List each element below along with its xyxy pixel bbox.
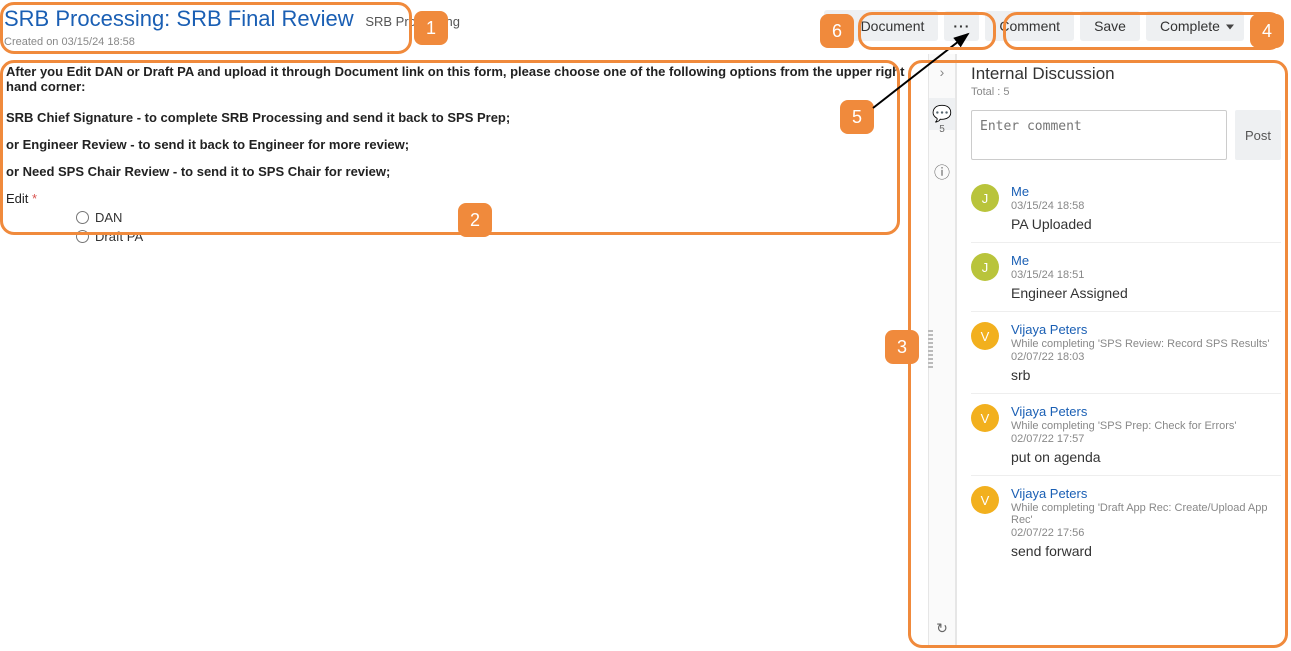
comment-item: J Me03/15/24 18:58 PA Uploaded: [971, 174, 1281, 243]
paperclip-icon: [838, 17, 854, 34]
edit-label-text: Edit: [6, 191, 28, 206]
post-button[interactable]: Post: [1235, 110, 1281, 160]
side-rail: › 💬 5 ⓘ ↻: [928, 54, 956, 645]
comment-context: While completing 'Draft App Rec: Create/…: [1011, 502, 1281, 526]
more-actions-button[interactable]: ···: [944, 11, 979, 41]
comment-author[interactable]: Me: [1011, 184, 1281, 199]
instruction-line: or Need SPS Chair Review - to send it to…: [6, 164, 918, 179]
page-subtitle: SRB Processing: [365, 14, 460, 29]
instruction-line: or Engineer Review - to send it back to …: [6, 137, 918, 152]
header-actions: Document ··· Comment Save Complete ✕: [824, 6, 1283, 41]
comment-time: 02/07/22 17:57: [1011, 433, 1281, 445]
comment-item: V Vijaya PetersWhile completing 'SPS Prep…: [971, 394, 1281, 476]
avatar: V: [971, 404, 999, 432]
panel-total: Total : 5: [971, 86, 1281, 98]
document-button-label: Document: [861, 18, 925, 34]
radio-input-dan[interactable]: [76, 211, 89, 224]
comment-text: PA Uploaded: [1011, 216, 1281, 232]
radio-option-dan[interactable]: DAN: [76, 210, 918, 225]
comment-body: Me03/15/24 18:51 Engineer Assigned: [1011, 253, 1281, 301]
comment-body: Vijaya PetersWhile completing 'SPS Revie…: [1011, 322, 1281, 383]
comment-author[interactable]: Vijaya Peters: [1011, 322, 1281, 337]
document-button[interactable]: Document: [824, 10, 938, 41]
comment-item: J Me03/15/24 18:51 Engineer Assigned: [971, 243, 1281, 312]
comment-item: V Vijaya PetersWhile completing 'SPS Revi…: [971, 312, 1281, 394]
comment-author[interactable]: Vijaya Peters: [1011, 486, 1281, 501]
instruction-line: After you Edit DAN or Draft PA and uploa…: [6, 64, 918, 94]
collapse-panel-icon[interactable]: ›: [940, 64, 945, 80]
instruction-line: SRB Chief Signature - to complete SRB Pr…: [6, 110, 918, 125]
close-icon[interactable]: ✕: [1254, 13, 1277, 38]
comment-body: Vijaya PetersWhile completing 'SPS Prep:…: [1011, 404, 1281, 465]
comment-text: Engineer Assigned: [1011, 285, 1281, 301]
rail-comment-count: 5: [929, 124, 955, 135]
main: After you Edit DAN or Draft PA and uploa…: [0, 54, 1291, 645]
comment-context: While completing 'SPS Review: Record SPS…: [1011, 338, 1281, 350]
save-button[interactable]: Save: [1080, 11, 1140, 41]
created-on: Created on 03/15/24 18:58: [4, 36, 824, 48]
title-block: SRB Processing: SRB Final Review SRB Pro…: [4, 6, 824, 48]
comment-body: Vijaya PetersWhile completing 'Draft App…: [1011, 486, 1281, 559]
comment-button[interactable]: Comment: [985, 11, 1074, 41]
comment-text: srb: [1011, 367, 1281, 383]
avatar: J: [971, 253, 999, 281]
required-marker: *: [32, 191, 37, 206]
comment-time: 02/07/22 17:56: [1011, 527, 1281, 539]
comment-input[interactable]: [971, 110, 1227, 160]
comments-list: JMe03/15/24 18:58PA UploadedJMe03/15/24 …: [971, 174, 1281, 569]
comment-time: 03/15/24 18:58: [1011, 200, 1281, 212]
instructions: After you Edit DAN or Draft PA and uploa…: [6, 64, 918, 179]
complete-button-label: Complete: [1160, 18, 1220, 34]
comment-item: V Vijaya PetersWhile completing 'Draft Ap…: [971, 476, 1281, 569]
avatar: V: [971, 486, 999, 514]
radio-option-draft-pa[interactable]: Draft PA: [76, 229, 918, 244]
comment-text: put on agenda: [1011, 449, 1281, 465]
refresh-icon[interactable]: ↻: [936, 620, 948, 637]
avatar: V: [971, 322, 999, 350]
comment-context: While completing 'SPS Prep: Check for Er…: [1011, 420, 1281, 432]
avatar: J: [971, 184, 999, 212]
discussion-panel: Internal Discussion Total : 5 Post JMe03…: [956, 54, 1291, 645]
panel-title: Internal Discussion: [971, 64, 1281, 84]
edit-field-label: Edit *: [6, 191, 918, 206]
comment-time: 02/07/22 18:03: [1011, 351, 1281, 363]
info-tab-icon[interactable]: ⓘ: [929, 153, 955, 189]
form-pane: After you Edit DAN or Draft PA and uploa…: [0, 54, 928, 645]
radio-input-draft-pa[interactable]: [76, 230, 89, 243]
comment-compose: Post: [971, 110, 1281, 160]
radio-label-dan: DAN: [95, 210, 122, 225]
edit-radio-group: DAN Draft PA: [76, 210, 918, 244]
comment-body: Me03/15/24 18:58 PA Uploaded: [1011, 184, 1281, 232]
comment-time: 03/15/24 18:51: [1011, 269, 1281, 281]
ellipsis-icon: ···: [953, 18, 970, 34]
comment-text: send forward: [1011, 543, 1281, 559]
rail-comments-tab[interactable]: 💬 5: [929, 98, 955, 135]
complete-button[interactable]: Complete: [1146, 11, 1244, 41]
header: SRB Processing: SRB Final Review SRB Pro…: [0, 0, 1291, 54]
comment-author[interactable]: Vijaya Peters: [1011, 404, 1281, 419]
comment-author[interactable]: Me: [1011, 253, 1281, 268]
page-title: SRB Processing: SRB Final Review: [4, 6, 354, 32]
resize-handle[interactable]: [928, 330, 933, 370]
radio-label-draft-pa: Draft PA: [95, 229, 143, 244]
